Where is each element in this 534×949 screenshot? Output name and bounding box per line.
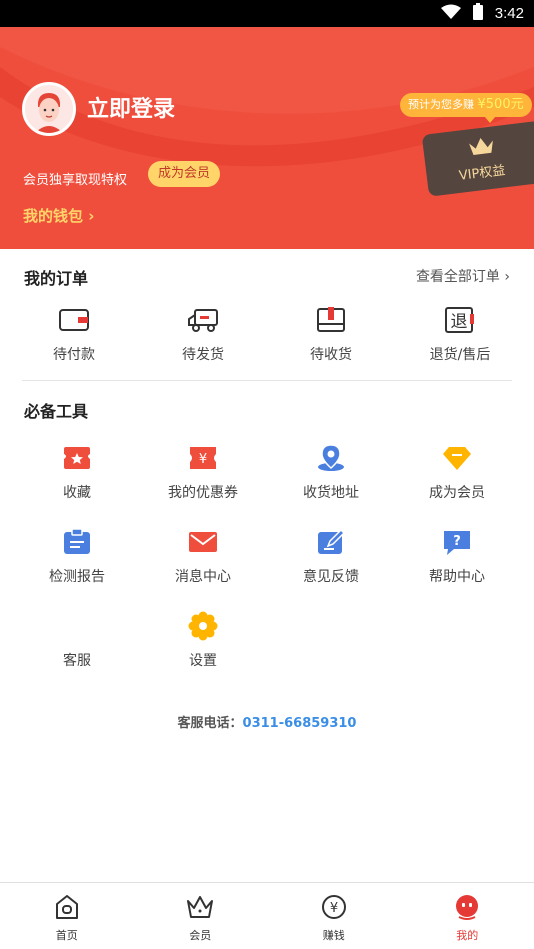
- tool-help-center[interactable]: ? 帮助中心: [397, 524, 517, 586]
- wifi-icon: [440, 4, 461, 24]
- orders-section-title: 我的订单: [24, 269, 89, 288]
- svg-text:退: 退: [451, 312, 468, 332]
- tool-label: 我的优惠券: [168, 485, 238, 501]
- vip-card-label: VIP权益: [458, 163, 507, 184]
- tool-message-center[interactable]: 消息中心: [143, 524, 263, 586]
- svg-text:¥: ¥: [199, 452, 207, 467]
- become-member-button[interactable]: 成为会员: [148, 161, 221, 187]
- status-time: 3:42: [494, 5, 524, 22]
- home-icon: [0, 893, 134, 921]
- customer-service-phone: 客服电话：0311-66859310: [0, 712, 534, 731]
- tool-label: 检测报告: [49, 569, 105, 585]
- nav-profile[interactable]: 我的: [401, 883, 534, 949]
- nav-label: 首页: [55, 929, 78, 942]
- settings-icon: [185, 608, 221, 644]
- tool-label: 收藏: [63, 485, 91, 501]
- tool-address[interactable]: 收货地址: [271, 440, 391, 502]
- login-link[interactable]: 立即登录: [87, 91, 175, 123]
- profile-header: 立即登录 预计为您多赚 ¥500元 VIP权益 会员独享取现特权 成为会员 我的…: [0, 27, 534, 249]
- tool-label: 消息中心: [175, 569, 231, 585]
- wallet-icon: [56, 302, 92, 338]
- mail-icon: [185, 524, 221, 560]
- order-pending-receipt[interactable]: 待收货: [271, 302, 391, 364]
- favorite-icon: [59, 440, 95, 476]
- view-all-orders-link[interactable]: 查看全部订单 ›: [416, 266, 510, 286]
- tool-favorites[interactable]: 收藏: [17, 440, 137, 502]
- tool-label: 设置: [189, 653, 217, 669]
- order-pending-payment[interactable]: 待付款: [14, 302, 134, 364]
- tool-label: 帮助中心: [429, 569, 485, 585]
- return-icon: 退: [442, 302, 478, 338]
- battery-icon: [472, 3, 483, 24]
- customer-service-icon: [59, 608, 95, 644]
- tool-label: 意见反馈: [303, 569, 359, 585]
- earn-estimate-amount: ¥500元: [477, 97, 524, 112]
- order-item-label: 待付款: [53, 347, 95, 363]
- tool-label: 成为会员: [429, 485, 485, 501]
- profile-icon: [401, 893, 534, 921]
- nav-earn[interactable]: ¥ 赚钱: [267, 883, 401, 949]
- phone-label: 客服电话：: [177, 716, 243, 731]
- order-item-label: 待发货: [182, 347, 224, 363]
- avatar[interactable]: [22, 82, 76, 136]
- svg-text:¥: ¥: [330, 901, 338, 916]
- tool-feedback[interactable]: 意见反馈: [271, 524, 391, 586]
- tool-become-member[interactable]: 成为会员: [397, 440, 517, 502]
- order-item-label: 待收货: [310, 347, 352, 363]
- phone-number-link[interactable]: 0311-66859310: [243, 716, 357, 731]
- tool-label: 客服: [63, 653, 91, 669]
- nav-label: 我的: [456, 929, 479, 942]
- earn-estimate-text: 预计为您多赚: [408, 98, 474, 111]
- report-icon: [59, 524, 95, 560]
- tool-customer-service[interactable]: 客服: [17, 608, 137, 670]
- tool-coupons[interactable]: ¥ 我的优惠券: [143, 440, 263, 502]
- tool-inspection-report[interactable]: 检测报告: [17, 524, 137, 586]
- profile-page: 3:42 立即登录 预计为您多赚 ¥500元 VIP权益 会员独享取现特权 成为…: [0, 0, 534, 949]
- feedback-icon: [313, 524, 349, 560]
- diamond-icon: [439, 440, 475, 476]
- vip-crown-icon: [469, 138, 493, 155]
- truck-icon: [185, 302, 221, 338]
- nav-label: 会员: [189, 929, 212, 942]
- nav-home[interactable]: 首页: [0, 883, 134, 949]
- package-icon: [313, 302, 349, 338]
- help-icon: ?: [439, 524, 475, 560]
- order-pending-shipment[interactable]: 待发货: [143, 302, 263, 364]
- tool-label: 收货地址: [303, 485, 359, 501]
- yuan-icon: ¥: [267, 893, 401, 921]
- order-item-label: 退货/售后: [429, 347, 491, 363]
- section-divider: [22, 380, 512, 381]
- nav-label: 赚钱: [322, 929, 345, 942]
- nav-member[interactable]: 会员: [134, 883, 268, 949]
- coupon-icon: ¥: [185, 440, 221, 476]
- location-icon: [313, 440, 349, 476]
- bottom-navigation: 首页 会员 ¥ 赚钱 我的: [0, 882, 534, 949]
- svg-text:?: ?: [453, 534, 461, 549]
- vip-description: 会员独享取现特权: [23, 173, 128, 188]
- my-wallet-link[interactable]: 我的钱包 ›: [23, 205, 94, 226]
- tool-settings[interactable]: 设置: [143, 608, 263, 670]
- status-bar: 3:42: [0, 0, 534, 27]
- earn-estimate-bubble: 预计为您多赚 ¥500元: [400, 93, 532, 123]
- order-returns-aftersales[interactable]: 退 退货/售后: [400, 302, 520, 364]
- tools-section-title: 必备工具: [24, 402, 89, 421]
- crown-icon: [134, 893, 268, 921]
